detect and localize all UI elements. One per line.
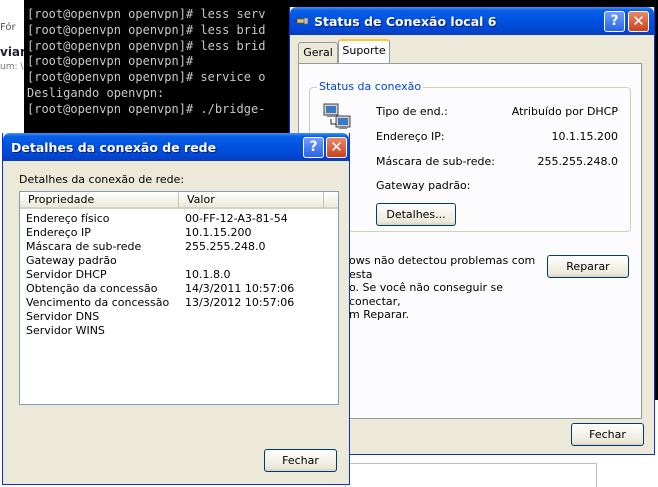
ip-address-value: 10.1.15.200 [551, 130, 618, 143]
column-header-property[interactable]: Propriedade [20, 192, 179, 208]
address-type-label: Tipo de end.: [376, 105, 448, 118]
repair-description: ows não detectou problemas com esta o. S… [349, 254, 536, 321]
network-computers-icon [323, 103, 351, 129]
help-button[interactable]: ? [604, 11, 625, 32]
terminal-line: [root@openvpn openvpn]# ./bridge- [27, 101, 266, 116]
tab-geral[interactable]: Geral [298, 42, 338, 63]
terminal-line: [root@openvpn openvpn]# less serv [27, 7, 266, 21]
property-cell: Gateway padrão [26, 254, 117, 267]
details-list[interactable]: Propriedade Valor Endereço físico 00-FF-1… [19, 191, 339, 405]
network-details-window: Detalhes da conexão de rede ? ✕ Detalhes… [2, 133, 350, 485]
browser-text-fragment: Fór [0, 22, 16, 33]
property-cell: Máscara de sub-rede [26, 240, 142, 253]
details-close-button[interactable]: Fechar [264, 449, 337, 472]
details-button[interactable]: Detalhes... [376, 203, 456, 226]
list-item[interactable]: Obtenção da concessão 14/3/2011 10:57:06 [20, 282, 338, 296]
status-window-title: Status de Conexão local 6 [314, 14, 497, 29]
ip-address-label: Endereço IP: [376, 130, 445, 143]
property-cell: Endereço físico [26, 212, 110, 225]
value-cell: 10.1.15.200 [185, 226, 252, 239]
connection-status-group: Status da conexão Tipo de end.: Atribuíd… [309, 80, 631, 232]
column-header-value[interactable]: Valor [179, 192, 324, 208]
value-cell: 13/3/2012 10:57:06 [185, 296, 295, 309]
address-type-value: Atribuído por DHCP [511, 105, 618, 118]
list-item[interactable]: Endereço físico 00-FF-12-A3-81-54 [20, 212, 338, 226]
help-button[interactable]: ? [303, 137, 324, 158]
list-item[interactable]: Endereço IP 10.1.15.200 [20, 226, 338, 240]
tab-suporte[interactable]: Suporte [338, 39, 390, 63]
status-window-titlebar[interactable]: Status de Conexão local 6 ? ✕ [290, 7, 654, 35]
default-gateway-label: Gateway padrão: [376, 179, 471, 192]
browser-text-fragment: um: \ [0, 62, 24, 72]
list-item[interactable]: Servidor WINS [20, 324, 338, 338]
status-close-button[interactable]: Fechar [571, 423, 644, 446]
terminal-line: [root@openvpn openvpn]# [27, 54, 194, 69]
terminal-line: [root@openvpn openvpn]# service o [27, 70, 266, 85]
details-label: Detalhes da conexão de rede: [19, 173, 185, 186]
property-cell: Obtenção da concessão [26, 282, 158, 295]
subnet-mask-label: Máscara de sub-rede: [376, 155, 495, 168]
details-window-title: Detalhes da conexão de rede [11, 140, 217, 155]
property-cell: Endereço IP [26, 226, 91, 239]
value-cell: 14/3/2011 10:57:06 [185, 282, 295, 295]
value-cell: 255.255.248.0 [185, 240, 266, 253]
terminal-line: [root@openvpn openvpn]# less brid [27, 38, 266, 53]
browser-text-fragment: viar [0, 45, 26, 59]
group-label: Status da conexão [317, 80, 424, 93]
property-cell: Servidor DNS [26, 310, 100, 323]
repair-button[interactable]: Reparar [547, 255, 629, 278]
subnet-mask-value: 255.255.248.0 [537, 155, 618, 168]
terminal-line: Desligando openvpn: [27, 85, 165, 100]
network-connection-icon [295, 17, 309, 25]
close-window-button[interactable]: ✕ [326, 137, 347, 158]
list-item[interactable]: Gateway padrão [20, 254, 338, 268]
background-window-edge [345, 463, 597, 487]
terminal-line: [root@openvpn openvpn]# less brid [27, 22, 266, 37]
list-item[interactable]: Servidor DHCP 10.1.8.0 [20, 268, 338, 282]
list-item[interactable]: Vencimento da concessão 13/3/2012 10:57:0… [20, 296, 338, 310]
details-window-titlebar[interactable]: Detalhes da conexão de rede ? ✕ [3, 133, 349, 161]
property-cell: Servidor DHCP [26, 268, 107, 281]
close-window-button[interactable]: ✕ [628, 11, 649, 32]
list-item[interactable]: Servidor DNS [20, 310, 338, 324]
value-cell: 10.1.8.0 [185, 268, 231, 281]
list-header: Propriedade Valor [20, 192, 338, 209]
property-cell: Servidor WINS [26, 324, 105, 337]
list-item[interactable]: Máscara de sub-rede 255.255.248.0 [20, 240, 338, 254]
value-cell: 00-FF-12-A3-81-54 [185, 212, 288, 225]
property-cell: Vencimento da concessão [26, 296, 170, 309]
